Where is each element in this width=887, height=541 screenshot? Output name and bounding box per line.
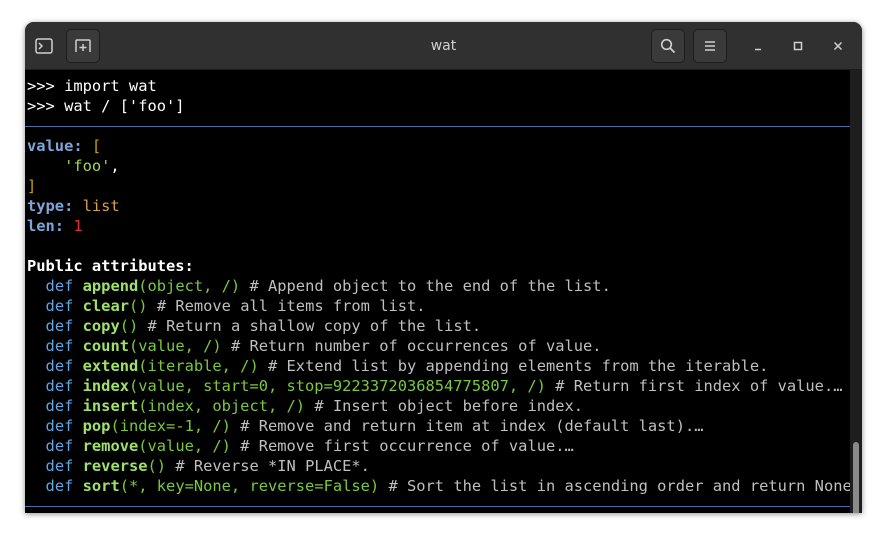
public-attributes-heading: Public attributes: xyxy=(27,257,194,275)
method-name: remove xyxy=(82,437,139,455)
def-keyword: def xyxy=(45,457,74,475)
value-open-bracket: [ xyxy=(91,137,102,155)
titlebar: wat xyxy=(25,22,862,70)
method-args: (iterable, /) xyxy=(138,357,259,375)
method-comment: # Return a shallow copy of the list. xyxy=(147,317,482,335)
method-line: def extend(iterable, /) # Extend list by… xyxy=(27,356,769,376)
method-name: index xyxy=(82,377,129,395)
value-line: value: [ xyxy=(27,136,101,156)
def-keyword: def xyxy=(45,297,74,315)
method-line: def count(value, /) # Return number of o… xyxy=(27,336,602,356)
def-keyword: def xyxy=(45,357,74,375)
len-value: 1 xyxy=(73,217,83,235)
maximize-icon xyxy=(793,41,803,51)
len-label: len: xyxy=(27,217,65,235)
terminal-icon-button[interactable] xyxy=(27,29,61,63)
value-item-comma: , xyxy=(110,157,120,175)
method-line: def remove(value, /) # Remove first occu… xyxy=(27,436,574,456)
scrollbar[interactable] xyxy=(850,70,862,513)
def-keyword: def xyxy=(45,317,74,335)
def-keyword: def xyxy=(45,337,74,355)
method-args: (value, /) xyxy=(128,337,222,355)
terminal-icon xyxy=(35,38,53,54)
method-args: (*, key=None, reverse=False) xyxy=(119,477,380,495)
method-name: clear xyxy=(82,297,129,315)
method-line: def sort(*, key=None, reverse=False) # S… xyxy=(27,476,862,496)
def-keyword: def xyxy=(45,417,74,435)
minimize-icon xyxy=(755,48,761,51)
method-args: (index=-1, /) xyxy=(110,417,231,435)
def-keyword: def xyxy=(45,437,74,455)
search-button[interactable] xyxy=(651,29,685,63)
value-close-bracket: ] xyxy=(27,177,37,195)
new-tab-button[interactable] xyxy=(66,29,100,63)
method-name: sort xyxy=(82,477,120,495)
def-keyword: def xyxy=(45,277,74,295)
new-tab-icon xyxy=(75,39,91,52)
method-line: def append(object, /) # Append object to… xyxy=(27,276,611,296)
separator-line xyxy=(25,126,850,127)
method-line: def insert(index, object, /) # Insert ob… xyxy=(27,396,584,416)
method-comment: # Remove and return item at index (defau… xyxy=(240,417,704,435)
terminal-output[interactable]: >>> import wat >>> wat / ['foo'] value: … xyxy=(25,70,862,513)
method-args: (index, object, /) xyxy=(138,397,306,415)
def-keyword: def xyxy=(45,477,74,495)
close-icon xyxy=(833,41,843,51)
method-line: def index(value, start=0, stop=922337203… xyxy=(27,376,843,396)
minimize-button[interactable] xyxy=(741,29,775,63)
method-args: (value, /) xyxy=(138,437,231,455)
method-name: copy xyxy=(82,317,120,335)
value-label: value: xyxy=(27,137,83,155)
method-line: def copy() # Return a shallow copy of th… xyxy=(27,316,482,336)
separator-line-bottom xyxy=(25,506,850,507)
type-value: list xyxy=(82,197,120,215)
method-line: def reverse() # Reverse *IN PLACE*. xyxy=(27,456,370,476)
command-line: >>> wat / ['foo'] xyxy=(27,97,185,115)
method-name: append xyxy=(82,277,139,295)
value-item: 'foo' xyxy=(64,157,111,175)
len-line: len: 1 xyxy=(27,216,83,236)
method-args: (value, start=0, stop=922337203685477580… xyxy=(128,377,546,395)
method-comment: # Remove all items from list. xyxy=(156,297,426,315)
method-comment: # Sort the list in ascending order and r… xyxy=(388,477,862,495)
method-comment: # Append object to the end of the list. xyxy=(249,277,611,295)
method-args: (object, /) xyxy=(138,277,241,295)
method-name: pop xyxy=(82,417,111,435)
method-args: () xyxy=(128,297,148,315)
terminal-window: wat >>> import wat >>> wat / ['foo'] val… xyxy=(25,22,862,513)
search-icon xyxy=(660,38,676,54)
scrollbar-thumb[interactable] xyxy=(853,442,859,513)
method-comment: # Return first index of value.… xyxy=(555,377,843,395)
type-line: type: list xyxy=(27,196,120,216)
method-line: def pop(index=-1, /) # Remove and return… xyxy=(27,416,704,436)
method-comment: # Return number of occurrences of value. xyxy=(230,337,602,355)
menu-button[interactable] xyxy=(693,29,727,63)
method-comment: # Insert object before index. xyxy=(314,397,584,415)
def-keyword: def xyxy=(45,377,74,395)
method-name: reverse xyxy=(82,457,148,475)
method-name: insert xyxy=(82,397,139,415)
method-name: extend xyxy=(82,357,139,375)
method-name: count xyxy=(82,337,129,355)
def-keyword: def xyxy=(45,397,74,415)
type-label: type: xyxy=(27,197,74,215)
maximize-button[interactable] xyxy=(781,29,815,63)
method-comment: # Extend list by appending elements from… xyxy=(268,357,769,375)
value-item-line: 'foo', xyxy=(27,156,120,176)
window-title: wat xyxy=(430,38,457,54)
close-button[interactable] xyxy=(821,29,855,63)
method-args: () xyxy=(147,457,167,475)
method-comment: # Reverse *IN PLACE*. xyxy=(175,457,370,475)
method-comment: # Remove first occurrence of value.… xyxy=(240,437,574,455)
method-line: def clear() # Remove all items from list… xyxy=(27,296,426,316)
command-line: >>> import wat xyxy=(27,77,157,95)
method-args: () xyxy=(119,317,139,335)
hamburger-menu-icon xyxy=(705,41,715,51)
